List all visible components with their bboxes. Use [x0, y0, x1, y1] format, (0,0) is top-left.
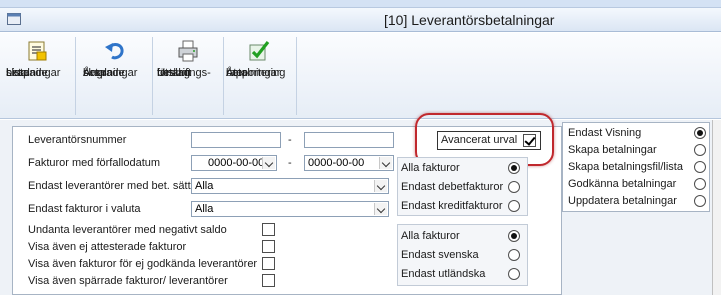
supplier-number-from-input[interactable]	[191, 132, 281, 148]
mode-approve-payments-label: Godkänna betalningar	[568, 178, 677, 190]
range-separator: -	[288, 134, 292, 146]
payment-method-select[interactable]: Alla	[191, 178, 389, 194]
chevron-down-icon[interactable]	[262, 157, 275, 169]
show-unapproved-suppliers-checkbox[interactable]	[262, 257, 275, 270]
button-label-line: betalningar	[6, 67, 61, 79]
invoice-type-debit-label: Endast debetfakturor	[401, 181, 504, 193]
origin-swedish-radio[interactable]	[508, 249, 520, 261]
printer-icon	[178, 40, 198, 62]
undo-arrow-icon	[105, 43, 124, 60]
origin-all-radio[interactable]	[508, 230, 520, 242]
window-icon[interactable]	[7, 13, 21, 25]
invoice-type-credit-radio[interactable]	[508, 200, 520, 212]
toolbar-ribbon: Lista skapade betalningar Ångra skapade …	[0, 33, 721, 119]
invoice-type-credit-label: Endast kreditfakturor	[401, 200, 503, 212]
print-payment-proposal-button[interactable]: Utskrift betalnings- förslag	[157, 37, 219, 115]
due-date-to-input[interactable]: 0000-00-00	[304, 155, 394, 171]
currency-label: Endast fakturor i valuta	[28, 203, 141, 215]
title-bar: [10] Leverantörsbetalningar	[0, 8, 721, 32]
vertical-scrollbar[interactable]	[712, 120, 721, 295]
invoice-type-all-radio[interactable]	[508, 162, 520, 174]
origin-all-label: Alla fakturor	[401, 230, 460, 242]
chevron-down-icon[interactable]	[374, 180, 387, 192]
currency-select[interactable]: Alla	[191, 201, 389, 217]
due-date-from-input[interactable]: 0000-00-00	[191, 155, 277, 171]
toolbar-separator	[152, 37, 153, 115]
supplier-number-to-input[interactable]	[304, 132, 394, 148]
toolbar-separator	[223, 37, 224, 115]
currency-value: Alla	[195, 203, 214, 215]
origin-foreign-radio[interactable]	[508, 268, 520, 280]
show-unapproved-suppliers-label: Visa även fakturor för ej godkända lever…	[28, 258, 258, 270]
mode-create-file-label: Skapa betalningsfil/lista	[568, 161, 683, 173]
invoice-type-all-label: Alla fakturor	[401, 162, 460, 174]
due-date-from-value: 0000-00-00	[208, 157, 265, 169]
undo-created-payments-button[interactable]: Ångra skapade betalningar	[83, 37, 147, 115]
exclude-negative-balance-label: Undanta leverantörer med negativt saldo	[28, 224, 227, 236]
mode-approve-payments-radio[interactable]	[694, 178, 706, 190]
payment-method-label: Endast leverantörer med bet. sätt	[28, 180, 191, 192]
window-title: [10] Leverantörsbetalningar	[384, 12, 555, 28]
due-date-to-value: 0000-00-00	[308, 157, 365, 169]
range-separator: -	[288, 157, 292, 169]
mode-view-only-label: Endast Visning	[568, 127, 642, 139]
green-check-icon	[249, 41, 270, 61]
button-label-line: betalningar	[83, 67, 138, 79]
mode-view-only-radio[interactable]	[694, 127, 706, 139]
show-blocked-label: Visa även spärrade fakturor/ leverantöre…	[28, 275, 228, 287]
toolbar-separator	[296, 37, 297, 115]
supplier-number-label: Leverantörsnummer	[28, 134, 127, 146]
origin-foreign-label: Endast utländska	[401, 268, 486, 280]
button-label-line: betalningar	[226, 67, 281, 79]
mode-create-file-radio[interactable]	[694, 161, 706, 173]
mode-create-payments-radio[interactable]	[694, 144, 706, 156]
button-label-line: förslag	[157, 67, 191, 79]
mode-update-payments-label: Uppdatera betalningar	[568, 195, 677, 207]
invoice-type-debit-radio[interactable]	[508, 181, 520, 193]
payment-method-value: Alla	[195, 180, 214, 192]
mode-update-payments-radio[interactable]	[694, 195, 706, 207]
chevron-down-icon[interactable]	[379, 157, 392, 169]
toolbar-separator	[75, 37, 76, 115]
re-report-payments-button[interactable]: Åter- rapportering betalningar	[226, 37, 292, 115]
list-document-icon	[28, 41, 47, 61]
origin-swedish-label: Endast svenska	[401, 249, 479, 261]
chevron-down-icon[interactable]	[374, 203, 387, 215]
show-blocked-checkbox[interactable]	[262, 274, 275, 287]
mode-create-payments-label: Skapa betalningar	[568, 144, 657, 156]
list-created-payments-button[interactable]: Lista skapade betalningar	[6, 37, 68, 115]
due-date-label: Fakturor med förfallodatum	[28, 157, 161, 169]
show-unattested-checkbox[interactable]	[262, 240, 275, 253]
window-top-strip	[0, 0, 721, 8]
show-unattested-label: Visa även ej attesterade fakturor	[28, 241, 187, 253]
exclude-negative-balance-checkbox[interactable]	[262, 223, 275, 236]
